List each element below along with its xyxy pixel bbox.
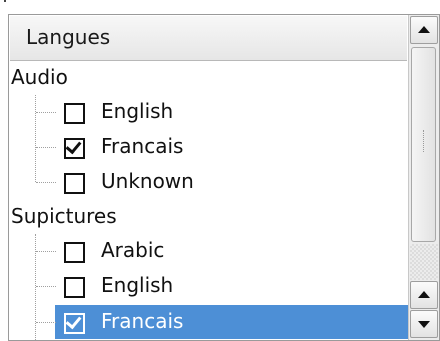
checkmark-icon (65, 137, 82, 155)
tree-connector (36, 147, 56, 148)
tree-item-audio-english[interactable]: English (10, 95, 408, 129)
vertical-scrollbar[interactable] (408, 15, 439, 340)
arrow-down-icon (418, 321, 430, 328)
tree-group-subtitles[interactable]: Supictures (10, 200, 408, 234)
item-label: Unknown (101, 169, 194, 193)
checkbox-icon[interactable] (64, 312, 85, 334)
tree-connector (36, 112, 56, 113)
checkmark-icon (65, 312, 82, 330)
tree-connector (36, 322, 56, 323)
column-header-title: Langues (26, 25, 111, 49)
item-label: English (101, 99, 174, 123)
corner-mark (4, 0, 6, 2)
checkbox-icon[interactable] (64, 242, 85, 263)
language-tree: Audio English Francais Unknown Supicture… (10, 61, 408, 341)
tree-connector (36, 286, 56, 287)
scroll-up-button-lower[interactable] (410, 281, 438, 309)
tree-group-audio[interactable]: Audio (10, 61, 408, 95)
scrollbar-thumb[interactable] (411, 47, 436, 242)
item-label: Francais (101, 134, 184, 158)
item-label: Arabic (101, 238, 165, 262)
arrow-up-icon (418, 26, 430, 33)
checkbox-icon[interactable] (64, 103, 85, 124)
checkbox-icon[interactable] (64, 173, 85, 194)
scrollbar-track[interactable] (410, 244, 438, 280)
group-label: Supictures (11, 204, 117, 228)
tree-item-subtitles-english[interactable]: English (10, 269, 408, 303)
languages-panel: Langues Audio English Francais Unknown S… (8, 14, 440, 341)
item-label: Francais (101, 309, 184, 333)
tree-item-subtitles-francais[interactable]: Francais (10, 305, 408, 339)
grip-icon (423, 130, 426, 152)
tree-connector (36, 182, 56, 183)
tree-item-audio-unknown[interactable]: Unknown (10, 165, 408, 199)
item-label: English (101, 273, 174, 297)
scroll-up-button[interactable] (410, 16, 438, 44)
scroll-down-button[interactable] (410, 310, 438, 338)
group-label: Audio (11, 65, 68, 89)
column-header[interactable]: Langues (10, 16, 407, 61)
tree-connector (36, 251, 56, 252)
checkbox-icon[interactable] (64, 137, 85, 159)
checkbox-icon[interactable] (64, 277, 85, 298)
tree-item-subtitles-arabic[interactable]: Arabic (10, 234, 408, 268)
tree-item-audio-francais[interactable]: Francais (10, 130, 408, 164)
arrow-up-icon (418, 291, 430, 298)
